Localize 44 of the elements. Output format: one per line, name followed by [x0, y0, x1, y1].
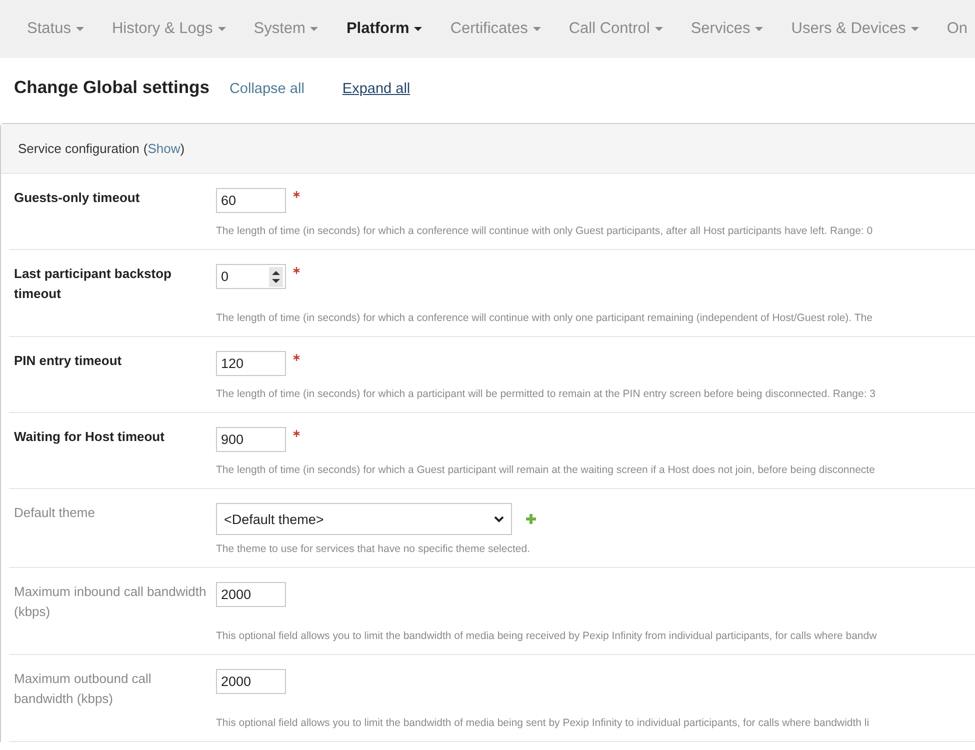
paren: (	[143, 141, 148, 156]
help-text: The length of time (in seconds) for which a conference will continue with only Guest participants, after all Host participants have left. Range: 0	[216, 225, 874, 237]
nav-menu[interactable]: Users & Devices	[791, 20, 919, 38]
help-text: This optional field allows you to limit the bandwidth of media being sent by Pexip Infinity to individual participants, for calls where bandwidth li	[216, 717, 870, 729]
show-link[interactable]: Show	[148, 141, 180, 156]
paren: )	[180, 141, 185, 156]
field-label: Waiting for Host timeout	[13, 428, 166, 446]
input-field[interactable]: 900	[216, 427, 286, 452]
input-field[interactable]: 2000	[216, 582, 286, 607]
section-title: Service configuration	[18, 141, 140, 156]
theme-dropdown[interactable]: <Default theme>	[216, 503, 512, 535]
required-asterisk-icon	[293, 354, 300, 361]
field-label: Last participant backstop timeout	[13, 265, 172, 303]
help-text: The length of time (in seconds) for which a Guest participant will remain at the waiting screen if a Host does not join, before being disconnecte	[216, 464, 876, 476]
nav-menu[interactable]: Platform	[346, 20, 422, 38]
field-label: Maximum outbound call bandwidth (kbps)	[13, 670, 152, 708]
spinner-icon[interactable]	[269, 266, 283, 286]
required-asterisk-icon	[293, 191, 300, 198]
field-label: PIN entry timeout	[13, 352, 123, 370]
nav-menu[interactable]: On	[946, 20, 968, 38]
chevron-down-icon	[494, 515, 504, 523]
input-field[interactable]: 60	[216, 188, 286, 213]
required-asterisk-icon	[293, 267, 300, 274]
nav-menu[interactable]: Status	[27, 20, 84, 38]
field-label: Guests-only timeout	[13, 189, 141, 207]
field-label: Default theme	[13, 504, 96, 522]
nav-menu[interactable]: Services	[690, 20, 764, 38]
help-text: The length of time (in seconds) for which a participant will be permitted to remain at the PIN entry screen before being disconnected. Range: 3	[216, 388, 877, 400]
help-text: This optional field allows you to limit the bandwidth of media being received by Pexip Infinity from individual participants, for calls where bandw	[216, 630, 878, 642]
nav-menu[interactable]: History & Logs	[112, 20, 226, 38]
input-field[interactable]: 120	[216, 351, 286, 376]
field-label: Maximum inbound call bandwidth (kbps)	[13, 583, 208, 621]
nav-menu[interactable]: Call Control	[568, 20, 663, 38]
help-text: The theme to use for services that have no specific theme selected.	[216, 543, 531, 555]
page-title: Change Global settings	[14, 77, 210, 98]
number-field[interactable]: 0	[216, 264, 286, 289]
nav-menu[interactable]: System	[254, 20, 318, 38]
required-asterisk-icon	[293, 430, 300, 437]
expand-all-link[interactable]: Expand all	[342, 81, 410, 97]
add-icon[interactable]	[525, 513, 537, 525]
help-text: The length of time (in seconds) for which a conference will continue with only one participant remaining (independent of Host/Guest role). The	[216, 312, 874, 324]
input-field[interactable]: 2000	[216, 669, 286, 694]
collapse-all-link[interactable]: Collapse all	[229, 81, 304, 97]
nav-menu[interactable]: Certificates	[450, 20, 541, 38]
